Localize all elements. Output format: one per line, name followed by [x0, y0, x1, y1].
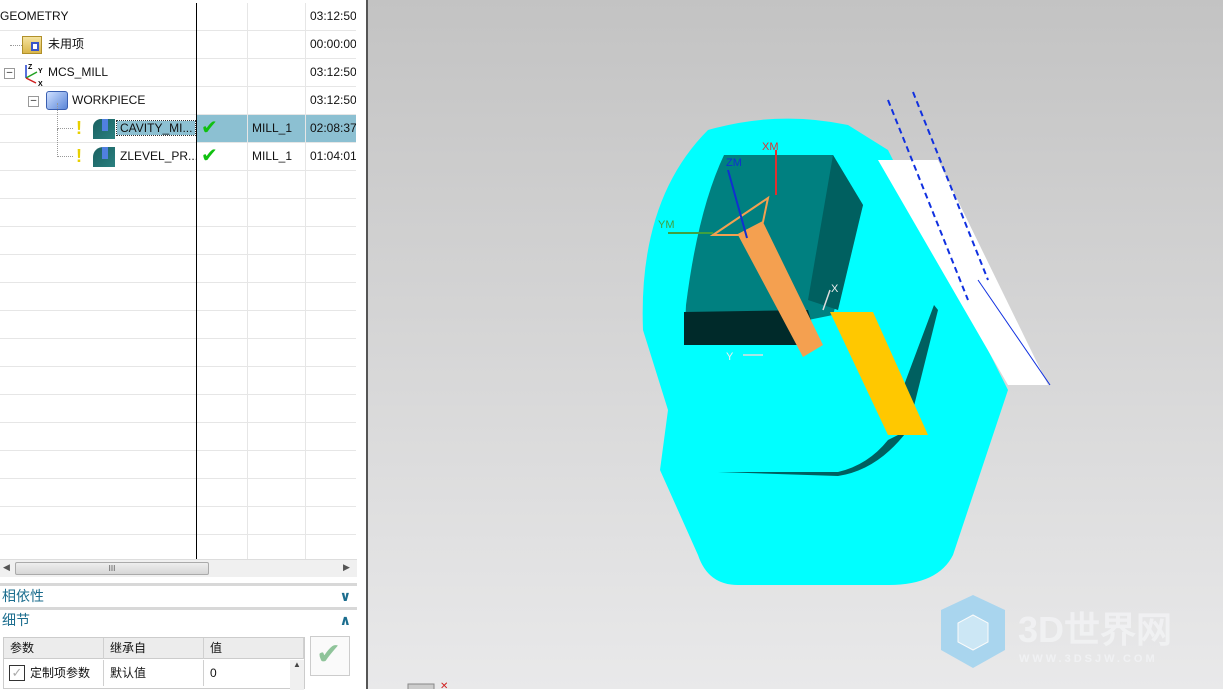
tree-row-zlevel[interactable]: ! ZLEVEL_PR... ✔ MILL_1 01:04:01: [0, 129, 356, 171]
checkbox[interactable]: ✓: [9, 665, 25, 681]
tree-row-geometry[interactable]: GEOMETRY 03:12:50: [0, 3, 356, 31]
tree-row-workpiece[interactable]: – WORKPIECE 03:12:50: [0, 87, 356, 115]
axis-x-label: X: [38, 81, 43, 86]
check-icon: ✔: [201, 145, 218, 167]
row-label: WORKPIECE: [72, 93, 146, 107]
scroll-thumb[interactable]: III: [15, 562, 209, 575]
graphics-viewport[interactable]: XM ZM YM X Y 3D世界网 WWW.3DSJW.COM ✕: [366, 0, 1223, 689]
check-icon: ✔: [316, 638, 342, 671]
row-label: 未用项: [48, 37, 85, 51]
empty-row: [0, 535, 356, 559]
dependencies-section[interactable]: 相依性 ∨: [0, 583, 357, 607]
row-label: ZLEVEL_PR...: [120, 149, 199, 163]
row-time: 02:08:37: [305, 115, 356, 142]
x-label: X: [831, 283, 839, 295]
param-inherit: 默认值: [104, 660, 204, 686]
details-section[interactable]: 细节 ∧: [0, 607, 357, 631]
watermark-url: WWW.3DSJW.COM: [1019, 653, 1158, 665]
row-time: 03:12:50: [305, 87, 356, 114]
zm-label: ZM: [726, 157, 742, 169]
row-label: GEOMETRY: [0, 9, 69, 23]
row-time: 03:12:50: [305, 3, 356, 30]
axis-z-label: Z: [28, 64, 33, 71]
tree-row-unused[interactable]: 未用项 00:00:00: [0, 31, 356, 59]
apply-button[interactable]: ✔: [310, 636, 350, 676]
empty-row: [0, 171, 356, 199]
coordinate-system-icon: Z Y X: [25, 64, 43, 86]
zlevel-icon: [93, 147, 115, 167]
view-triad-icon: [407, 683, 435, 689]
horizontal-scrollbar[interactable]: ◀ III ▶: [0, 559, 357, 577]
section-title: 细节: [2, 612, 30, 628]
details-table: 参数 继承自 值 定制项参数 ✓ 默认值 0 ▲: [3, 637, 305, 690]
empty-row: [0, 423, 356, 451]
empty-row: [0, 451, 356, 479]
collapse-icon[interactable]: –: [28, 96, 39, 107]
header-value: 值: [204, 638, 304, 659]
cavity-mill-icon: [93, 119, 115, 139]
operation-navigator: GEOMETRY 03:12:50 未用项 00:00:00 – Z Y X M…: [0, 0, 357, 690]
row-label: CAVITY_MI...: [115, 120, 197, 136]
chevron-down-icon[interactable]: ∨: [340, 586, 351, 606]
empty-row: [0, 255, 356, 283]
header-param: 参数: [4, 638, 104, 659]
folder-icon: [22, 36, 42, 54]
row-label: MCS_MILL: [48, 65, 109, 79]
tree-row-mcs-mill[interactable]: – Z Y X MCS_MILL 03:12:50: [0, 59, 356, 87]
column-divider: [196, 3, 197, 559]
empty-row: [0, 283, 356, 311]
warning-icon: !: [76, 146, 82, 166]
svg-text:✕: ✕: [440, 681, 448, 689]
warning-icon: !: [76, 118, 82, 138]
row-time: 01:04:01: [305, 143, 356, 170]
watermark-logo: 3D世界网 WWW.3DSJW.COM: [941, 595, 1172, 668]
scroll-right-icon[interactable]: ▶: [343, 562, 350, 573]
table-row[interactable]: 定制项参数 ✓ 默认值 0 ▲: [4, 660, 304, 690]
y-label: Y: [726, 351, 734, 363]
section-title: 相依性: [2, 588, 44, 604]
empty-row: [0, 507, 356, 535]
row-tool: MILL_1: [247, 115, 305, 142]
model-view: XM ZM YM X Y 3D世界网 WWW.3DSJW.COM ✕: [407, 91, 1172, 689]
chevron-up-icon[interactable]: ∧: [340, 610, 351, 630]
empty-row: [0, 227, 356, 255]
scroll-left-icon[interactable]: ◀: [3, 562, 10, 573]
row-tool: MILL_1: [247, 143, 305, 170]
empty-row: [0, 367, 356, 395]
empty-row: [0, 311, 356, 339]
xm-label: XM: [762, 141, 779, 153]
tree-row-cavity-mill[interactable]: ! CAVITY_MI... ✔ MILL_1 02:08:37: [0, 103, 356, 143]
empty-row: [0, 395, 356, 423]
empty-row: [0, 479, 356, 507]
row-time: 00:00:00: [305, 31, 356, 58]
header-inherit: 继承自: [104, 638, 204, 659]
param-value: 0: [210, 666, 217, 680]
empty-row: [0, 339, 356, 367]
axis-y-label: Y: [38, 68, 43, 75]
ym-label: YM: [658, 219, 675, 231]
collapse-icon[interactable]: –: [4, 68, 15, 79]
empty-row: [0, 199, 356, 227]
operation-tree: GEOMETRY 03:12:50 未用项 00:00:00 – Z Y X M…: [0, 3, 357, 559]
check-icon: ✔: [201, 117, 218, 139]
vertical-scrollbar[interactable]: ▲: [290, 660, 304, 690]
row-time: 03:12:50: [305, 59, 356, 86]
watermark-title: 3D世界网: [1018, 609, 1172, 650]
